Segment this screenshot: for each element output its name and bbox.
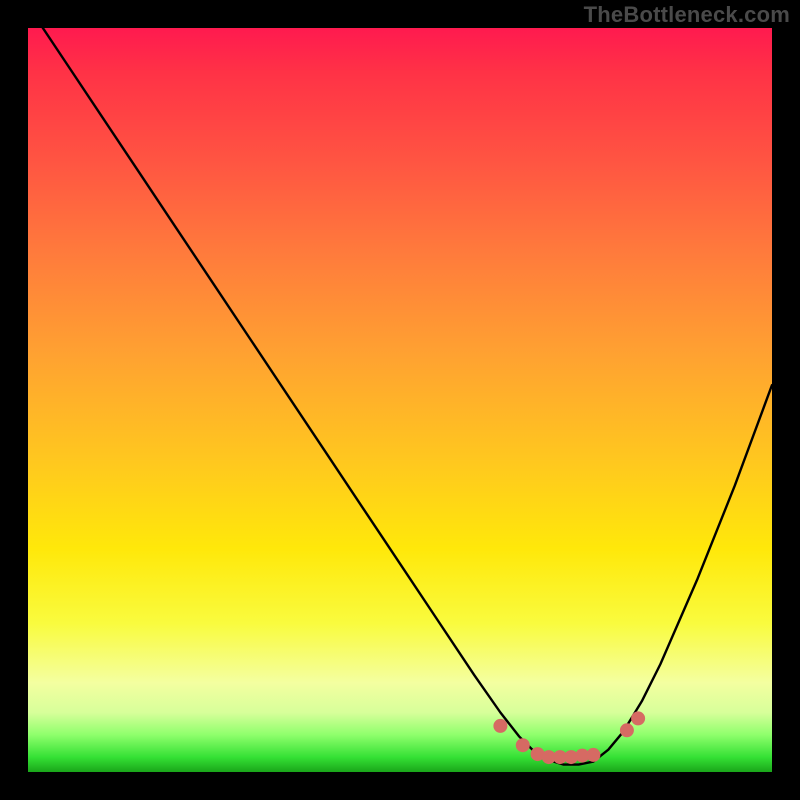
chart-container: TheBottleneck.com (0, 0, 800, 800)
marker-dot (493, 719, 507, 733)
bottleneck-curve (28, 28, 772, 765)
marker-dot (586, 748, 600, 762)
marker-dot (620, 723, 634, 737)
chart-svg (28, 28, 772, 772)
marker-dot (516, 738, 530, 752)
plot-area (28, 28, 772, 772)
watermark-text: TheBottleneck.com (584, 2, 790, 28)
valley-markers (493, 711, 645, 764)
marker-dot (631, 711, 645, 725)
